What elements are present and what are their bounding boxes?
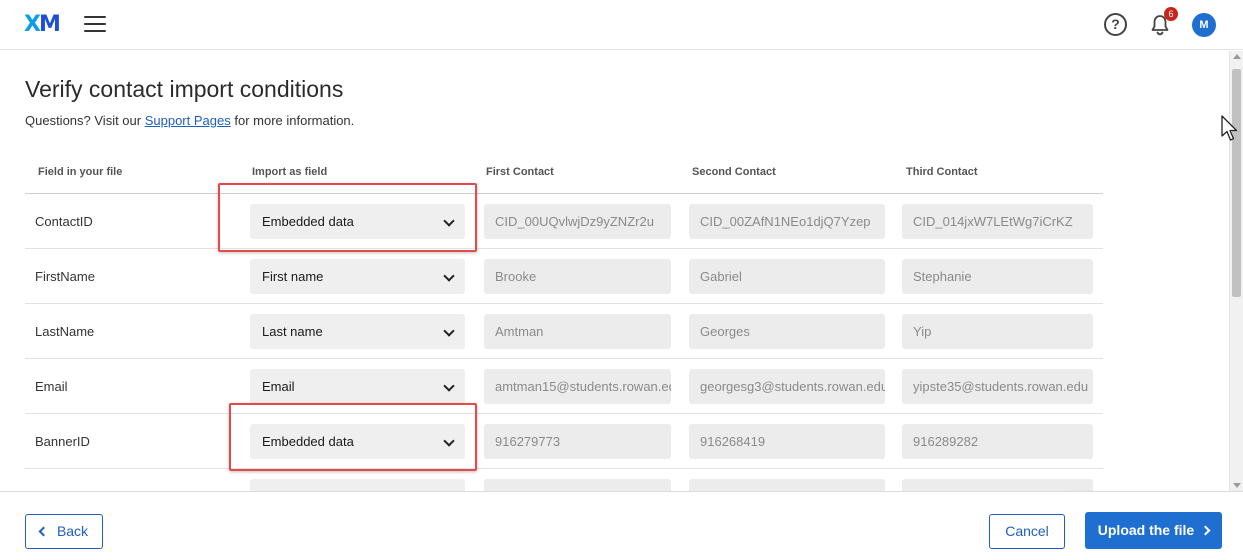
first-contact-value <box>484 479 671 491</box>
chevron-down-icon <box>443 215 455 227</box>
import-conditions-table: Field in your file Import as field First… <box>25 158 1103 491</box>
chevron-right-icon <box>1200 525 1211 536</box>
cancel-button[interactable]: Cancel <box>989 514 1065 549</box>
page-title: Verify contact import conditions <box>25 76 344 102</box>
xm-logo[interactable]: XM <box>24 12 61 37</box>
upload-file-button[interactable]: Upload the file <box>1085 512 1222 549</box>
table-row: ContactID Embedded data CID_00UQvlwjDz9y… <box>25 193 1103 248</box>
table-row: Email Email amtman15@students.rowan.edu … <box>25 358 1103 413</box>
import-as-select[interactable]: Embedded data <box>250 424 465 459</box>
third-contact-value: Yip <box>902 314 1093 349</box>
scroll-up-arrow-icon[interactable] <box>1233 54 1241 59</box>
support-pages-link[interactable]: Support Pages <box>145 113 231 128</box>
first-contact-value: Brooke <box>484 259 671 294</box>
header-second-contact: Second Contact <box>692 166 776 178</box>
second-contact-value: CID_00ZAfN1NEo1djQ7Yzep <box>689 204 885 239</box>
third-contact-value: 916289282 <box>902 424 1093 459</box>
page-subtitle: Questions? Visit our Support Pages for m… <box>25 113 355 128</box>
second-contact-value: Georges <box>689 314 885 349</box>
table-row: BannerID Embedded data 916279773 9162684… <box>25 413 1103 468</box>
import-as-select[interactable]: Last name <box>250 314 465 349</box>
import-as-select[interactable]: Email <box>250 369 465 404</box>
third-contact-value: CID_014jxW7LEtWg7iCrKZ <box>902 204 1093 239</box>
first-contact-value: amtman15@students.rowan.edu <box>484 369 671 404</box>
user-avatar[interactable]: M <box>1192 13 1216 37</box>
file-field-name: ContactID <box>35 214 93 229</box>
header-third-contact: Third Contact <box>906 166 978 178</box>
import-as-select[interactable]: First name <box>250 259 465 294</box>
file-field-name: LastName <box>35 324 95 339</box>
file-field-name: FirstName <box>35 269 95 284</box>
header-first-contact: First Contact <box>486 166 554 178</box>
second-contact-value <box>689 479 885 491</box>
second-contact-value: 916268419 <box>689 424 885 459</box>
third-contact-value: Stephanie <box>902 259 1093 294</box>
second-contact-value: georgesg3@students.rowan.edu <box>689 369 885 404</box>
chevron-down-icon <box>443 435 455 447</box>
scroll-down-arrow-icon[interactable] <box>1233 483 1241 488</box>
file-field-name: Email <box>35 379 68 394</box>
table-row: LastName Last name Amtman Georges Yip <box>25 303 1103 358</box>
third-contact-value <box>902 479 1093 491</box>
second-contact-value: Gabriel <box>689 259 885 294</box>
help-icon[interactable]: ? <box>1104 13 1127 36</box>
first-contact-value: CID_00UQvlwjDz9yZNZr2u <box>484 204 671 239</box>
header-import-as-field: Import as field <box>252 166 328 178</box>
scroll-thumb[interactable] <box>1232 69 1241 297</box>
top-bar: XM ? 6 M <box>0 0 1243 50</box>
chevron-down-icon <box>443 270 455 282</box>
first-contact-value: 916279773 <box>484 424 671 459</box>
notification-badge: 6 <box>1164 7 1178 21</box>
chevron-left-icon <box>38 526 49 537</box>
table-row <box>25 468 1103 491</box>
chevron-down-icon <box>443 325 455 337</box>
file-field-name: BannerID <box>35 434 90 449</box>
mouse-cursor-icon <box>1221 115 1238 141</box>
header-field-in-file: Field in your file <box>38 166 123 178</box>
table-row: FirstName First name Brooke Gabriel Step… <box>25 248 1103 303</box>
import-as-select[interactable] <box>250 479 465 491</box>
back-button[interactable]: Back <box>25 514 103 549</box>
import-as-select[interactable]: Embedded data <box>250 204 465 239</box>
footer-bar: Back Cancel Upload the file <box>0 491 1243 560</box>
third-contact-value: yipste35@students.rowan.edu <box>902 369 1093 404</box>
first-contact-value: Amtman <box>484 314 671 349</box>
chevron-down-icon <box>443 380 455 392</box>
hamburger-menu-icon[interactable] <box>84 16 106 34</box>
